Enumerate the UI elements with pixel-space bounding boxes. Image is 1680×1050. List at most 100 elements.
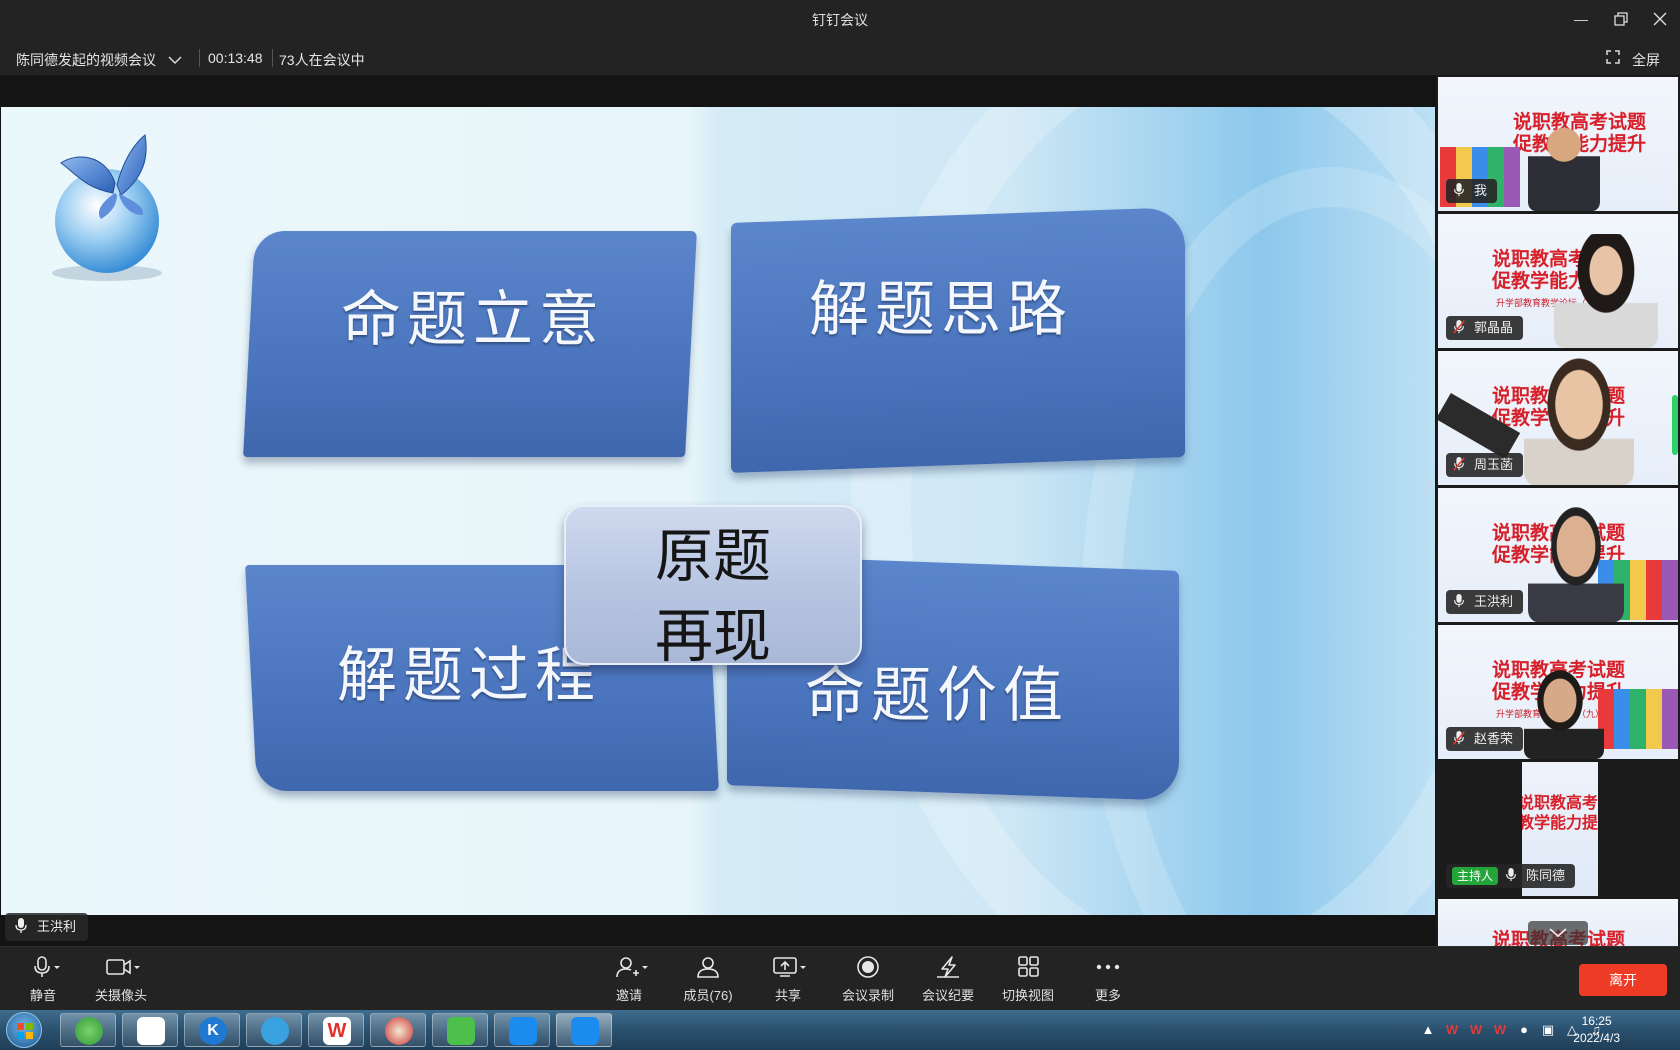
camera-icon xyxy=(106,959,140,975)
active-speaker-tag: 王洪利 xyxy=(5,913,89,941)
wechat-icon xyxy=(447,1017,475,1045)
chat-icon xyxy=(261,1017,289,1045)
slide-center-line2: 再现 xyxy=(654,602,771,670)
wps-tray-icon[interactable]: W xyxy=(1468,1022,1484,1038)
wps-icon: W xyxy=(323,1017,351,1045)
taskbar-app-photos[interactable] xyxy=(122,1013,178,1047)
shared-screen-area: 命题立意 解题思路 解题过程 命题价值 原题 再现 xyxy=(0,76,1436,946)
minimize-icon[interactable]: — xyxy=(1566,6,1596,32)
slide-label-bottom-left: 解题过程 xyxy=(337,641,601,711)
meeting-duration: 00:13:48 xyxy=(208,50,263,66)
taskbar-app-wps[interactable]: W xyxy=(308,1013,364,1047)
windows-start-button[interactable] xyxy=(6,1012,42,1048)
clock-time: 16:25 xyxy=(1581,1014,1612,1028)
lightning-icon xyxy=(937,956,959,978)
slide-center-line1: 原题 xyxy=(654,522,771,590)
window-title: 钉钉会议 xyxy=(812,12,868,28)
mute-label: 静音 xyxy=(29,988,56,1003)
volume-indicator xyxy=(1672,395,1678,455)
taskbar-app-k[interactable]: K xyxy=(184,1013,240,1047)
title-bar: 钉钉会议 — xyxy=(0,0,1680,38)
participant-name: 郭晶晶 xyxy=(1474,320,1514,335)
dingtalk-icon xyxy=(509,1017,537,1045)
taskbar-app-wechat[interactable] xyxy=(432,1013,488,1047)
share-button[interactable]: 共享 xyxy=(753,955,823,1004)
fullscreen-button[interactable]: 全屏 xyxy=(1632,50,1660,70)
participant-name-tag: 郭晶晶 xyxy=(1446,316,1524,340)
participant-tile[interactable]: 说职教高考试题 促教学能力提升 我 xyxy=(1438,77,1678,211)
record-button[interactable]: 会议录制 xyxy=(833,955,903,1004)
tray-expand-icon[interactable]: ▲ xyxy=(1420,1022,1436,1038)
microphone-icon xyxy=(1506,868,1516,882)
host-badge: 主持人 xyxy=(1452,867,1499,885)
participant-video xyxy=(1554,234,1658,348)
microphone-icon xyxy=(1454,183,1464,197)
participant-name: 周玉菡 xyxy=(1474,457,1514,472)
scroll-down-button[interactable] xyxy=(1528,921,1588,945)
participant-name-tag: 主持人 陈同德 xyxy=(1446,864,1576,888)
network-icon[interactable]: ▣ xyxy=(1540,1022,1556,1038)
grid-view-icon xyxy=(1018,956,1039,977)
microphone-icon xyxy=(34,956,60,977)
tile-slide-text: 促教学能力提升 xyxy=(1522,813,1598,832)
taskbar-clock[interactable]: 16:25 2022/4/3 xyxy=(1573,1013,1620,1047)
mute-button[interactable]: 静音 xyxy=(8,955,78,1004)
participant-video xyxy=(1528,119,1600,211)
more-label: 更多 xyxy=(1094,988,1121,1003)
wps-tray-icon[interactable]: W xyxy=(1492,1022,1508,1038)
microphone-muted-icon xyxy=(1453,320,1465,334)
microphone-muted-icon xyxy=(1453,457,1465,471)
participant-name-tag: 周玉菡 xyxy=(1446,453,1524,477)
chevron-down-icon[interactable] xyxy=(168,52,182,70)
browser-icon xyxy=(75,1017,103,1045)
switch-view-label: 切换视图 xyxy=(1001,988,1054,1003)
divider xyxy=(199,49,200,67)
participant-tile[interactable]: 说职教高考试题 促教学能力提升 主持人 陈同德 xyxy=(1438,762,1678,896)
taskbar-app-qq[interactable] xyxy=(246,1013,302,1047)
participant-name-tag: 王洪利 xyxy=(1446,590,1524,614)
taskbar-app-meeting[interactable] xyxy=(556,1013,612,1047)
members-label: 成员(76) xyxy=(683,988,733,1003)
participant-name: 王洪利 xyxy=(1474,594,1514,609)
active-speaker-name: 王洪利 xyxy=(37,919,77,934)
taskbar-app-image[interactable] xyxy=(370,1013,426,1047)
restore-icon[interactable] xyxy=(1606,6,1636,32)
switch-view-button[interactable]: 切换视图 xyxy=(993,955,1063,1004)
meeting-name[interactable]: 陈同德发起的视频会议 xyxy=(16,50,156,70)
participant-tile[interactable]: 说职教高考试题 促教学能力提升 升学部教育教学论坛（九） 郭晶晶 xyxy=(1438,214,1678,348)
wps-tray-icon[interactable]: W xyxy=(1444,1022,1460,1038)
camera-off-button[interactable]: 关摄像头 xyxy=(86,955,156,1004)
user-tray-icon[interactable]: ● xyxy=(1516,1022,1532,1038)
video-meeting-icon xyxy=(571,1017,599,1045)
members-icon xyxy=(697,957,719,978)
members-button[interactable]: 成员(76) xyxy=(673,955,743,1004)
divider xyxy=(272,49,273,67)
invite-label: 邀请 xyxy=(615,988,642,1003)
participant-tile[interactable]: 说职教高考试题 xyxy=(1438,899,1678,946)
close-icon[interactable] xyxy=(1645,6,1675,32)
invite-button[interactable]: 邀请 xyxy=(594,955,664,1004)
record-icon xyxy=(857,956,879,978)
fullscreen-icon[interactable] xyxy=(1606,50,1620,69)
chevron-right-icon[interactable] xyxy=(1418,466,1436,506)
participant-video xyxy=(1528,500,1624,622)
camera-label: 关摄像头 xyxy=(94,988,147,1003)
minutes-label: 会议纪要 xyxy=(921,988,974,1003)
participant-tile[interactable]: 说职教高考试题 促教学能力提升 王洪利 xyxy=(1438,488,1678,622)
participant-tile[interactable]: 说职教高考试题 促教学能力提升 升学部教育教学论坛（九） 赵香荣 xyxy=(1438,625,1678,759)
photos-icon xyxy=(137,1017,165,1045)
leave-button[interactable]: 离开 xyxy=(1579,964,1667,996)
participant-name: 赵香荣 xyxy=(1474,731,1514,746)
participant-video xyxy=(1524,351,1634,485)
more-button[interactable]: 更多 xyxy=(1073,955,1143,1004)
taskbar-app-dingtalk[interactable] xyxy=(494,1013,550,1047)
slide-center-box: 原题 再现 xyxy=(564,505,862,670)
participant-tile[interactable]: 说职教高考试题 促教学能力提升 周玉菡 xyxy=(1438,351,1678,485)
more-icon xyxy=(1096,964,1120,970)
record-label: 会议录制 xyxy=(841,988,894,1003)
taskbar-app-browser[interactable] xyxy=(60,1013,116,1047)
slide-label-top-right: 解题思路 xyxy=(809,275,1073,345)
minutes-button[interactable]: 会议纪要 xyxy=(913,955,983,1004)
microphone-muted-icon xyxy=(1453,731,1465,745)
participant-name-tag: 我 xyxy=(1446,179,1498,203)
